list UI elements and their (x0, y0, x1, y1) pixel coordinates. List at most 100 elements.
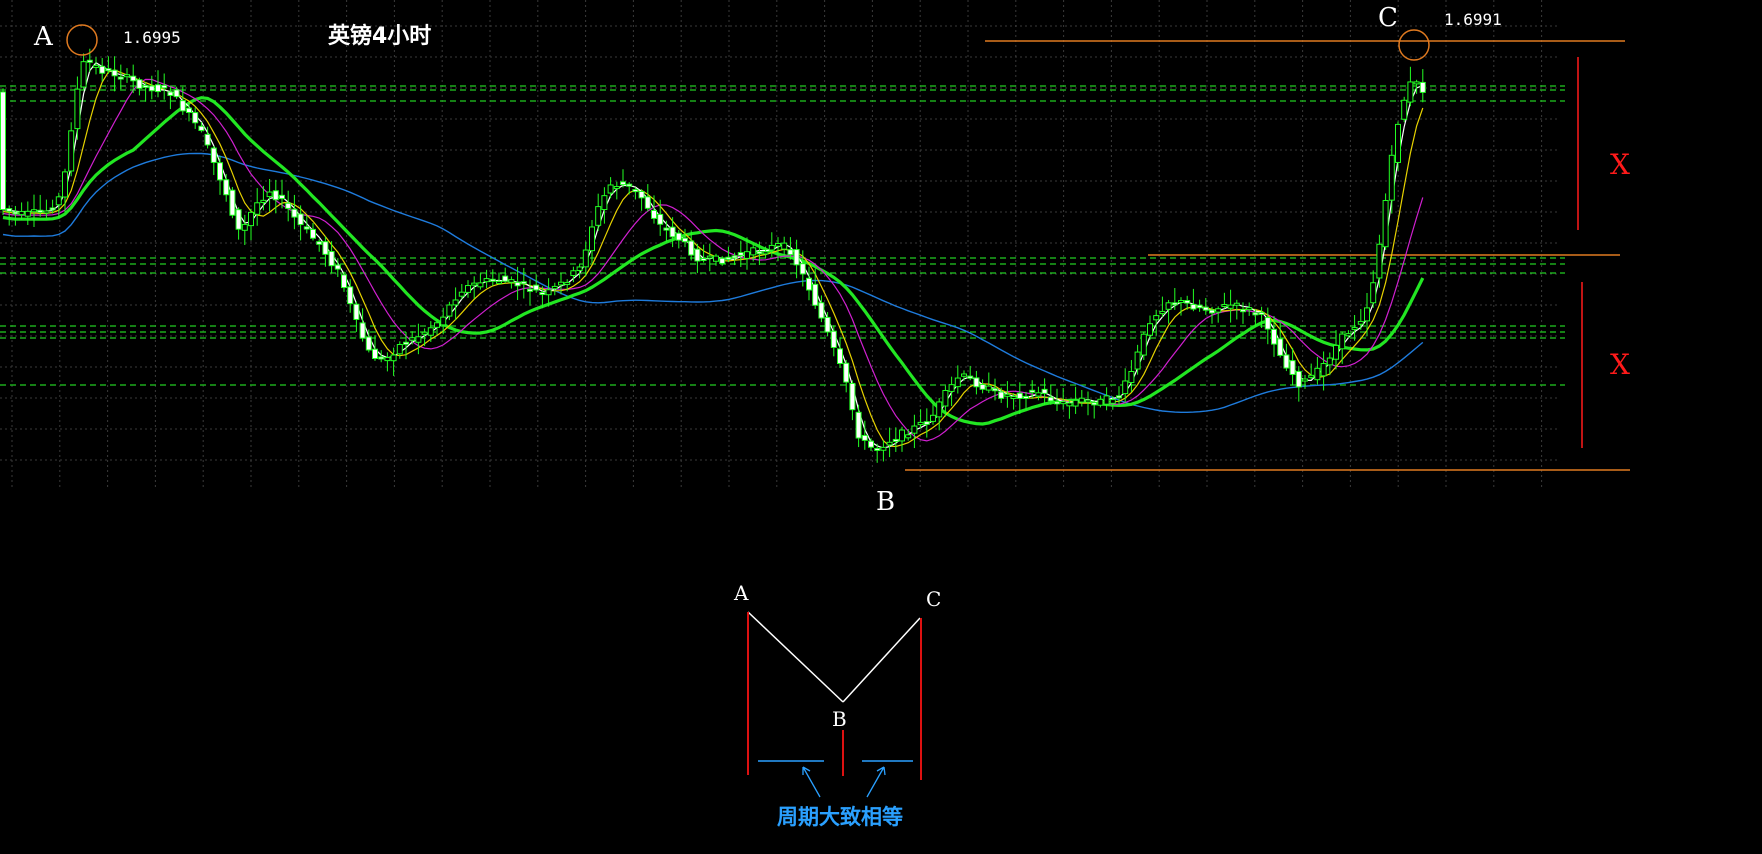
candle-body (1134, 351, 1141, 370)
candle-body (917, 421, 924, 426)
candle-body (1419, 81, 1426, 93)
candle-body (1357, 320, 1364, 325)
candle-body (1333, 344, 1339, 360)
point-c-price: 1.6991 (1444, 10, 1502, 29)
candle-body (750, 247, 757, 256)
candle-body (675, 232, 682, 241)
candle-body (254, 202, 261, 215)
candle-body (1010, 396, 1017, 400)
candle-body (700, 257, 707, 261)
candle-body (1072, 399, 1079, 407)
candle-body (1364, 307, 1370, 322)
candle-body (626, 183, 633, 187)
candle-body (1370, 282, 1377, 304)
gbp-4h-chart: 英镑4小时 A 1.6995 B C 1.6991 X X A B C 周期大致… (0, 0, 1762, 854)
candle-body (111, 69, 118, 77)
candle-body (1388, 154, 1395, 201)
candle-body (1289, 360, 1296, 376)
candle-body (291, 208, 298, 218)
candle-body (1184, 300, 1191, 304)
candle-body (582, 249, 589, 268)
candle-body (452, 299, 459, 306)
candle-body (1258, 311, 1265, 315)
candle-body (905, 434, 912, 439)
candle-body (558, 281, 564, 286)
candle-body (595, 206, 602, 226)
point-b-label: B (876, 487, 895, 517)
candle-body (359, 322, 366, 339)
candle-body (62, 171, 68, 198)
candle-body (775, 242, 781, 247)
candle-body (818, 302, 825, 319)
candle-body (855, 411, 862, 439)
candle-body (86, 59, 93, 63)
candle-body (310, 228, 316, 239)
candle-body (1047, 396, 1054, 402)
candle-body (930, 414, 936, 422)
candle-body (1103, 395, 1110, 405)
candle-body (756, 251, 763, 255)
candle-body (390, 354, 397, 362)
candle-body (55, 196, 62, 206)
candle-body (173, 89, 180, 98)
candle-body (502, 275, 509, 282)
candle-body (365, 336, 372, 351)
candle-body (1165, 302, 1172, 310)
candle-body (1190, 303, 1197, 310)
candle-body (1277, 338, 1284, 356)
candle-body (74, 88, 81, 130)
candle-body (483, 278, 490, 283)
point-c-label: C (1378, 3, 1398, 33)
candle-body (1041, 388, 1048, 394)
candle-body (688, 240, 695, 256)
candle-body (1091, 402, 1098, 406)
candle-body (465, 285, 471, 293)
candle-body (260, 199, 267, 203)
candle-body (1227, 304, 1234, 309)
candle-body (1395, 123, 1401, 163)
candle-body (12, 211, 19, 215)
candle-body (316, 241, 323, 245)
candle-body (378, 356, 385, 360)
candle-body (669, 226, 676, 238)
candle-body (372, 348, 378, 359)
candle-body (1407, 81, 1414, 103)
candle-body (1246, 307, 1253, 311)
candle-body (620, 181, 626, 186)
candle-body (334, 264, 341, 270)
candle-body (936, 401, 943, 418)
diagram-label-a: A (733, 581, 749, 605)
candle-body (179, 100, 186, 112)
candle-body (1326, 357, 1333, 366)
candle-body (1159, 310, 1166, 315)
candle-body (1147, 323, 1153, 336)
candle-body (272, 190, 279, 201)
candle-body (99, 65, 106, 74)
candle-body (731, 255, 738, 259)
candle-body (440, 316, 447, 326)
candle-body (1314, 367, 1321, 381)
candle-body (1401, 99, 1408, 120)
candle-body (1035, 392, 1042, 397)
candle-body (1023, 395, 1029, 399)
candle-body (49, 207, 56, 211)
candle-body (6, 208, 13, 212)
candle-body (496, 280, 502, 284)
candle-body (1351, 327, 1358, 331)
candle-body (285, 202, 292, 209)
candle-body (1413, 81, 1420, 85)
candle-body (1128, 370, 1135, 384)
candle-body (303, 226, 310, 230)
candle-body (719, 257, 726, 264)
candle-body (1140, 333, 1147, 356)
candle-body (328, 251, 335, 267)
point-a-label: A (33, 22, 54, 52)
candle-body (1345, 333, 1352, 337)
candle-body (489, 278, 496, 282)
candle-body (948, 384, 955, 392)
candle-body (638, 190, 645, 199)
candle-body (1308, 374, 1315, 378)
candle-body (1252, 312, 1259, 316)
candle-body (1283, 354, 1290, 369)
candle-body (607, 184, 614, 194)
